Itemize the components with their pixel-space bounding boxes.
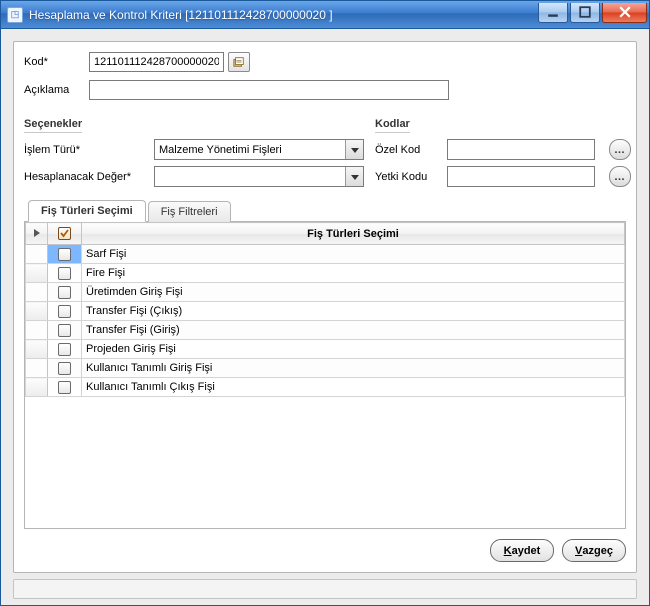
kaydet-button[interactable]: Kaydet (490, 539, 554, 562)
yetki-kodu-label: Yetki Kodu (375, 171, 447, 183)
maximize-icon (579, 6, 591, 18)
islem-turu-label: İşlem Türü* (24, 144, 154, 156)
maximize-button[interactable] (570, 3, 600, 23)
row-checkbox-cell[interactable] (48, 264, 82, 283)
row-selector-header[interactable] (26, 223, 48, 245)
row-label: Fire Fişi (82, 264, 625, 283)
checkbox-icon (58, 362, 71, 375)
client-area: Kod* Açıklama Seçenekler (1, 29, 649, 605)
islem-turu-drop[interactable] (345, 140, 363, 159)
row-label: Sarf Fişi (82, 245, 625, 264)
hesap-deger-drop[interactable] (345, 167, 363, 186)
row-checkbox-cell[interactable] (48, 359, 82, 378)
row-checkbox-cell[interactable] (48, 378, 82, 397)
checkbox-icon (58, 343, 71, 356)
row-selector[interactable] (26, 321, 48, 340)
row-label: Kullanıcı Tanımlı Çıkış Fişi (82, 378, 625, 397)
ozel-kod-browse[interactable]: … (609, 139, 631, 160)
kod-input[interactable] (89, 52, 224, 72)
row-checkbox-cell[interactable] (48, 340, 82, 359)
check-all-header[interactable] (48, 223, 82, 245)
app-window: ◳ Hesaplama ve Kontrol Kriteri [12110111… (0, 0, 650, 606)
status-bar (13, 579, 637, 599)
table-row[interactable]: Üretimden Giriş Fişi (26, 283, 625, 302)
ozel-kod-label: Özel Kod (375, 144, 447, 156)
chevron-down-icon (351, 173, 359, 181)
row-checkbox-cell[interactable] (48, 245, 82, 264)
yetki-kodu-input[interactable] (447, 166, 595, 187)
group-kodlar: Kodlar Özel Kod … Yetki Kodu … (369, 112, 631, 187)
row-selector[interactable] (26, 283, 48, 302)
row-label: Projeden Giriş Fişi (82, 340, 625, 359)
checkbox-icon (58, 324, 71, 337)
checkbox-icon (58, 305, 71, 318)
minimize-button[interactable] (538, 3, 568, 23)
hesap-deger-label: Hesaplanacak Değer* (24, 171, 154, 183)
table-row[interactable]: Kullanıcı Tanımlı Giriş Fişi (26, 359, 625, 378)
row-label: Kullanıcı Tanımlı Giriş Fişi (82, 359, 625, 378)
window-controls (536, 3, 647, 23)
row-label: Üretimden Giriş Fişi (82, 283, 625, 302)
hesap-deger-value[interactable] (155, 167, 345, 186)
close-icon (619, 6, 631, 18)
pointer-icon (33, 229, 41, 237)
table-row[interactable]: Sarf Fişi (26, 245, 625, 264)
table-row[interactable]: Transfer Fişi (Giriş) (26, 321, 625, 340)
row-selector[interactable] (26, 378, 48, 397)
ozel-kod-input[interactable] (447, 139, 595, 160)
table-row[interactable]: Kullanıcı Tanımlı Çıkış Fişi (26, 378, 625, 397)
checkbox-icon (58, 227, 71, 240)
table-row[interactable]: Projeden Giriş Fişi (26, 340, 625, 359)
checkbox-icon (58, 286, 71, 299)
row-checkbox-cell[interactable] (48, 321, 82, 340)
fis-turleri-table: Fiş Türleri Seçimi Sarf FişiFire FişiÜre… (25, 222, 625, 397)
minimize-icon (547, 6, 559, 18)
close-button[interactable] (602, 3, 647, 23)
aciklama-input[interactable] (89, 80, 449, 100)
row-selector[interactable] (26, 264, 48, 283)
group-secenekler: Seçenekler İşlem Türü* Hesaplanacak Değe… (24, 112, 369, 187)
row-label: Transfer Fişi (Giriş) (82, 321, 625, 340)
row-selector[interactable] (26, 340, 48, 359)
vazgec-button[interactable]: Vazgeç (562, 539, 626, 562)
table-container: Fiş Türleri Seçimi Sarf FişiFire FişiÜre… (24, 222, 626, 529)
group-secenekler-title: Seçenekler (24, 118, 82, 133)
kod-lookup-button[interactable] (228, 52, 250, 72)
footer-buttons: Kaydet Vazgeç (24, 535, 626, 562)
table-scroll[interactable]: Fiş Türleri Seçimi Sarf FişiFire FişiÜre… (25, 222, 625, 528)
main-panel: Kod* Açıklama Seçenekler (13, 41, 637, 573)
check-icon (59, 228, 70, 239)
kod-label: Kod* (24, 56, 89, 68)
lookup-icon (233, 56, 245, 68)
checkbox-icon (58, 267, 71, 280)
row-selector[interactable] (26, 302, 48, 321)
table-row[interactable]: Transfer Fişi (Çıkış) (26, 302, 625, 321)
chevron-down-icon (351, 146, 359, 154)
tab-fis-filtreleri[interactable]: Fiş Filtreleri (148, 201, 231, 222)
row-label: Transfer Fişi (Çıkış) (82, 302, 625, 321)
table-row[interactable]: Fire Fişi (26, 264, 625, 283)
row-selector[interactable] (26, 245, 48, 264)
group-kodlar-title: Kodlar (375, 118, 410, 133)
tabs: Fiş Türleri Seçimi Fiş Filtreleri (24, 199, 626, 222)
table-header-label[interactable]: Fiş Türleri Seçimi (82, 223, 625, 245)
islem-turu-value[interactable] (155, 140, 345, 159)
row-selector[interactable] (26, 359, 48, 378)
titlebar[interactable]: ◳ Hesaplama ve Kontrol Kriteri [12110111… (1, 1, 649, 29)
yetki-kodu-browse[interactable]: … (609, 166, 631, 187)
hesap-deger-combo[interactable] (154, 166, 364, 187)
checkbox-icon (58, 248, 71, 261)
row-checkbox-cell[interactable] (48, 302, 82, 321)
tab-fis-turleri[interactable]: Fiş Türleri Seçimi (28, 200, 146, 222)
app-icon: ◳ (7, 7, 23, 23)
window-title: Hesaplama ve Kontrol Kriteri [1211011124… (29, 8, 536, 22)
islem-turu-combo[interactable] (154, 139, 364, 160)
row-checkbox-cell[interactable] (48, 283, 82, 302)
aciklama-label: Açıklama (24, 84, 89, 96)
checkbox-icon (58, 381, 71, 394)
